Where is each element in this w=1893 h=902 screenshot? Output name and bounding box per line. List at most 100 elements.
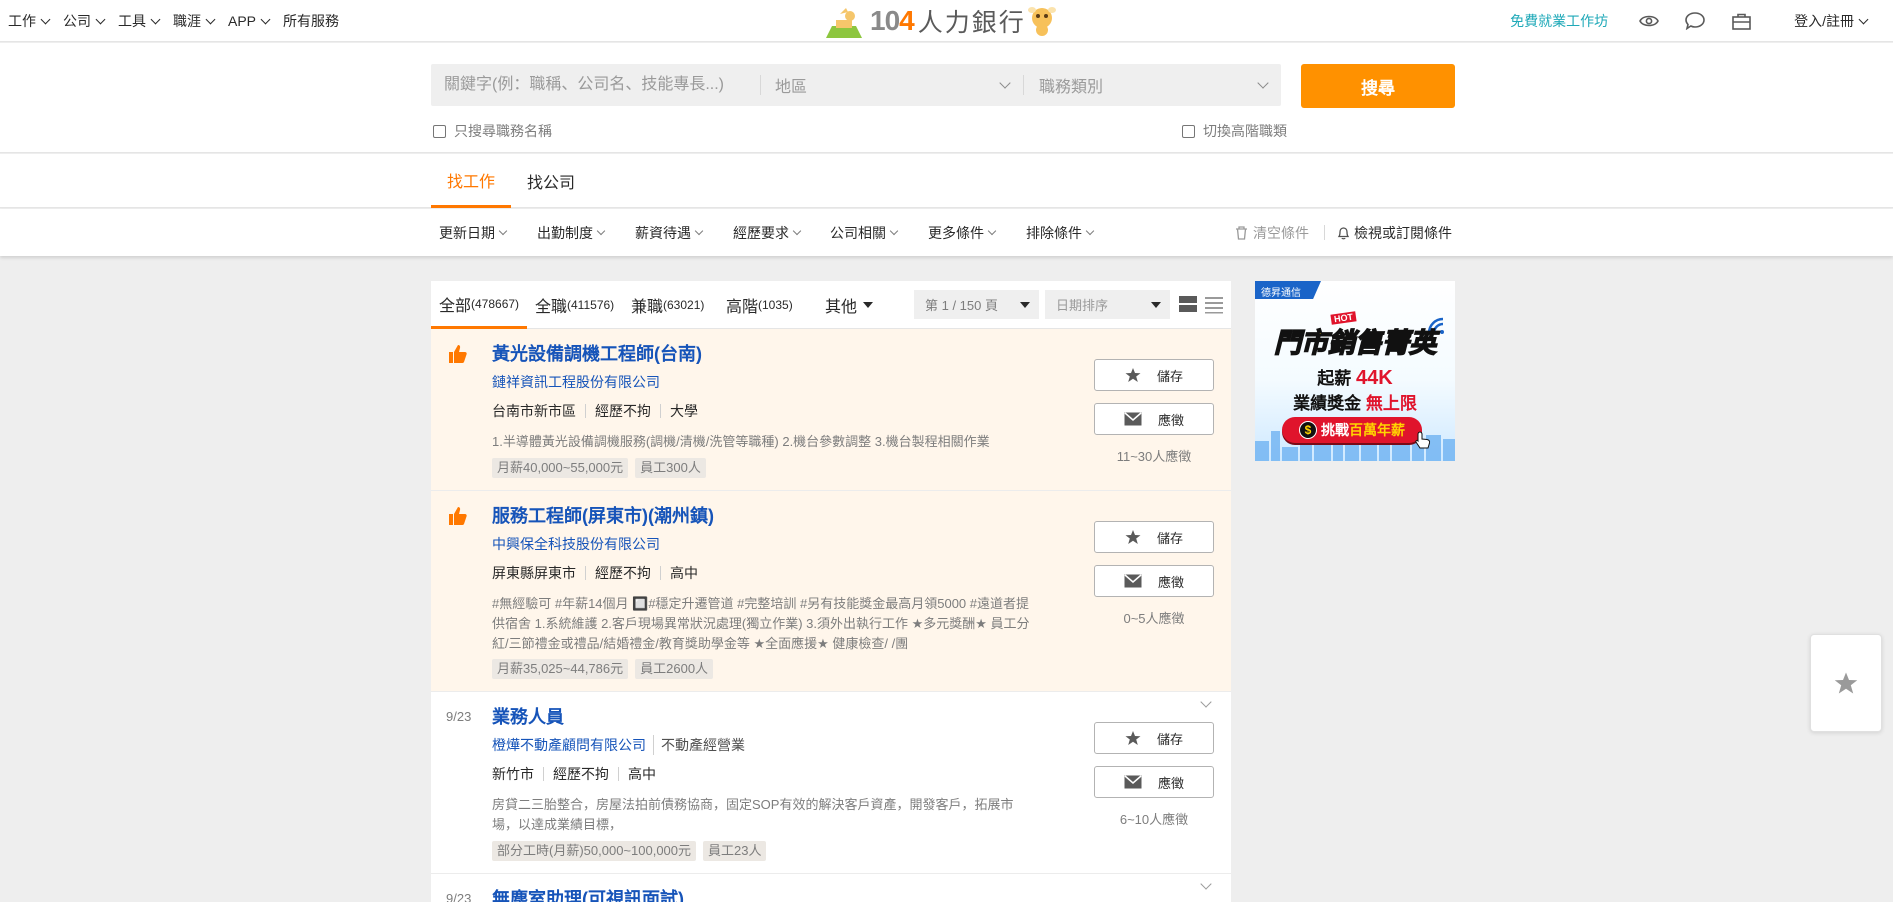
chevron-down-icon[interactable] xyxy=(1200,878,1212,890)
chevron-down-icon xyxy=(260,14,271,24)
chevron-down-icon xyxy=(150,14,161,24)
company-industry: 不動產經營業 xyxy=(653,735,745,755)
list-tab-count: (411576) xyxy=(567,298,615,312)
job-education: 高中 xyxy=(618,767,665,781)
sort-select[interactable]: 日期排序 xyxy=(1045,290,1170,319)
filter-work-schedule[interactable]: 出勤制度 xyxy=(537,209,606,256)
advanced-category-checkbox[interactable]: 切換高階職類 xyxy=(1182,121,1287,141)
save-job-button[interactable]: 儲存 xyxy=(1094,722,1214,754)
save-job-button[interactable]: 儲存 xyxy=(1094,359,1214,391)
job-date: 9/23 xyxy=(446,891,472,902)
company-link[interactable]: 中興保全科技股份有限公司 xyxy=(492,534,660,554)
filter-experience[interactable]: 經歷要求 xyxy=(733,209,802,256)
login-register-menu[interactable]: 登入/註冊 xyxy=(1794,11,1869,31)
checkbox-label: 切換高階職類 xyxy=(1203,123,1287,139)
employee-count-tag: 員工23人 xyxy=(703,841,767,861)
briefcase-icon[interactable] xyxy=(1730,10,1752,32)
top-nav-actions: 免費就業工作坊 登入/註冊 xyxy=(1510,0,1869,42)
filter-label: 公司相關 xyxy=(830,224,886,241)
ad-cta-highlight: 百萬年薪 xyxy=(1349,422,1405,438)
save-job-button[interactable]: 儲存 xyxy=(1094,521,1214,553)
filter-update-date[interactable]: 更新日期 xyxy=(439,209,508,256)
top-nav: 工作 公司 工具 職涯 APP 所有服務 104 人力銀行 免費就業工作坊 登入… xyxy=(0,0,1893,42)
ad-cta-text: 挑戰 xyxy=(1321,422,1349,438)
trash-icon xyxy=(1236,225,1247,240)
filter-more[interactable]: 更多條件 xyxy=(928,209,997,256)
job-title-link[interactable]: 業務人員 xyxy=(492,703,564,729)
menu-label: 工具 xyxy=(118,13,146,29)
chat-bubble-icon[interactable] xyxy=(1684,10,1706,32)
keyword-input[interactable]: 關鍵字(例：職稱、公司名、技能專長...) xyxy=(431,75,761,95)
job-experience: 經歷不拘 xyxy=(585,566,660,580)
tab-find-job[interactable]: 找工作 xyxy=(431,154,511,208)
job-meta: 屏東縣屏東市 經歷不拘 高中 xyxy=(492,566,707,580)
job-item[interactable]: 黃光設備調機工程師(台南) 鏈祥資訊工程股份有限公司 台南市新市區 經歷不拘 大學 … xyxy=(431,329,1231,491)
eye-icon[interactable] xyxy=(1638,10,1660,32)
job-title-link[interactable]: 無塵室助理(可視訊面試) xyxy=(492,885,684,902)
list-view-icon[interactable] xyxy=(1204,294,1224,314)
clear-filters-button[interactable]: 清空條件 xyxy=(1235,209,1309,256)
apply-job-button[interactable]: 應徵 xyxy=(1094,403,1214,435)
list-tab-senior[interactable]: 高階 (1035) xyxy=(726,281,793,329)
chevron-down-icon xyxy=(792,226,802,235)
chevron-down-icon xyxy=(999,76,1011,89)
job-experience: 經歷不拘 xyxy=(585,404,660,418)
apply-label: 應徵 xyxy=(1157,574,1184,590)
star-icon xyxy=(1834,672,1858,694)
job-category-select[interactable]: 職務類別 xyxy=(1024,75,1281,96)
main-menu: 工作 公司 工具 職涯 APP 所有服務 xyxy=(8,0,353,42)
ad-banner[interactable]: 德昇通信 HOT 門市銷售菁英 起薪 44K 業績獎金 無上限 $ 挑戰 百萬年薪 xyxy=(1255,281,1455,461)
job-education: 高中 xyxy=(660,566,707,580)
menu-all-services[interactable]: 所有服務 xyxy=(283,11,339,31)
chevron-down-icon[interactable] xyxy=(1200,696,1212,708)
subscribe-filters-button[interactable]: 檢視或訂閱條件 xyxy=(1337,209,1452,256)
checkbox[interactable] xyxy=(433,124,446,138)
job-tags: 月薪35,025~44,786元 員工2600人 xyxy=(492,659,714,679)
page-select[interactable]: 第 1 / 150 頁 xyxy=(914,290,1039,319)
list-tab-other[interactable]: 其他 xyxy=(825,281,874,329)
ad-text: 業績獎金 xyxy=(1293,394,1362,413)
site-logo[interactable]: 104 人力銀行 xyxy=(826,2,1058,40)
category-label: 職務類別 xyxy=(1039,79,1104,96)
chevron-down-icon xyxy=(987,226,997,235)
company-link[interactable]: 鏈祥資訊工程股份有限公司 xyxy=(492,372,660,392)
job-title-link[interactable]: 黃光設備調機工程師(台南) xyxy=(492,340,702,366)
salary-tag: 月薪40,000~55,000元 xyxy=(492,458,629,478)
floating-favorites-button[interactable] xyxy=(1810,634,1882,732)
filter-salary[interactable]: 薪資待遇 xyxy=(635,209,704,256)
list-tab-fulltime[interactable]: 全職 (411576) xyxy=(535,281,614,329)
mail-icon xyxy=(1124,775,1142,789)
apply-job-button[interactable]: 應徵 xyxy=(1094,766,1214,798)
menu-label: 工作 xyxy=(8,13,36,29)
list-tab-count: (1035) xyxy=(758,298,793,312)
salary-tag: 月薪35,025~44,786元 xyxy=(492,659,629,679)
job-description: 1.半導體黃光設備調機服務(調機/清機/洗管等職種) 2.機台參數調整 3.機台… xyxy=(492,434,990,449)
job-item[interactable]: 9/23 無塵室助理(可視訊面試) xyxy=(431,874,1231,902)
sort-select-value: 日期排序 xyxy=(1056,298,1109,313)
menu-career[interactable]: 職涯 xyxy=(173,11,216,31)
filter-exclude[interactable]: 排除條件 xyxy=(1026,209,1095,256)
title-only-checkbox[interactable]: 只搜尋職務名稱 xyxy=(433,121,552,141)
job-item[interactable]: 服務工程師(屏東市)(潮州鎮) 中興保全科技股份有限公司 屏東縣屏東市 經歷不拘高… xyxy=(431,491,1231,692)
job-item[interactable]: 9/23 業務人員 橙燁不動產顧問有限公司 不動產經營業 新竹市 經歷不拘 高中 房貸… xyxy=(431,692,1231,874)
menu-work[interactable]: 工作 xyxy=(8,11,51,31)
checkbox[interactable] xyxy=(1182,124,1195,138)
list-tab-all[interactable]: 全部 (478667) xyxy=(431,281,527,329)
tab-find-company[interactable]: 找公司 xyxy=(511,154,591,208)
card-view-icon[interactable] xyxy=(1178,294,1198,314)
save-label: 儲存 xyxy=(1156,368,1183,384)
area-select[interactable]: 地區 xyxy=(761,75,1024,96)
list-tab-label: 其他 xyxy=(825,299,858,316)
menu-tools[interactable]: 工具 xyxy=(118,11,161,31)
company-link[interactable]: 橙燁不動產顧問有限公司 不動產經營業 xyxy=(492,735,745,755)
menu-app[interactable]: APP xyxy=(228,13,271,29)
ad-cta-button[interactable]: $ 挑戰 百萬年薪 xyxy=(1282,417,1422,443)
apply-job-button[interactable]: 應徵 xyxy=(1094,565,1214,597)
free-workshop-link[interactable]: 免費就業工作坊 xyxy=(1510,11,1608,31)
job-title-link[interactable]: 服務工程師(屏東市)(潮州鎮) xyxy=(492,502,714,528)
filter-company[interactable]: 公司相關 xyxy=(830,209,899,256)
search-button[interactable]: 搜尋 xyxy=(1301,64,1455,108)
bell-icon xyxy=(1337,226,1350,239)
list-tab-parttime[interactable]: 兼職 (63021) xyxy=(631,281,704,329)
menu-company[interactable]: 公司 xyxy=(63,11,106,31)
